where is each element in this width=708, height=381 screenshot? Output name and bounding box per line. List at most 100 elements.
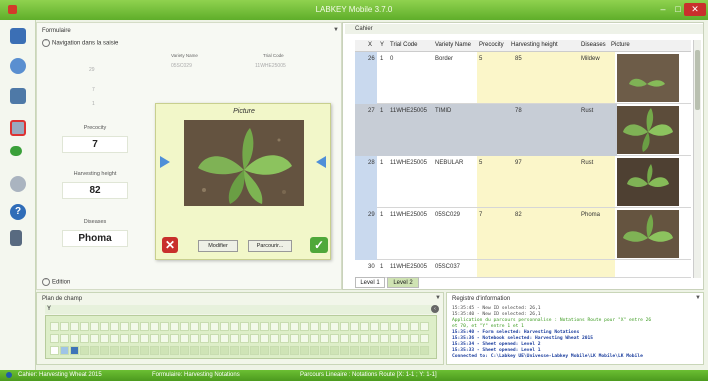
column-header[interactable]: Y	[380, 42, 384, 48]
plot-cell[interactable]	[60, 322, 69, 331]
plot-cell[interactable]	[60, 334, 69, 343]
plot-cell[interactable]	[90, 334, 99, 343]
plot-cell[interactable]	[270, 322, 279, 331]
plot-cell[interactable]	[360, 346, 369, 355]
plot-cell[interactable]	[230, 346, 239, 355]
plot-cell[interactable]	[370, 334, 379, 343]
plot-cell[interactable]	[180, 322, 189, 331]
notebook-icon[interactable]	[10, 28, 26, 44]
plot-cell[interactable]	[110, 322, 119, 331]
help-icon[interactable]: ?	[10, 204, 26, 220]
plan-nav-icon[interactable]: ‹	[431, 305, 439, 313]
plot-cell[interactable]	[320, 334, 329, 343]
plot-cell[interactable]	[320, 322, 329, 331]
plot-cell[interactable]	[120, 346, 129, 355]
tag-icon[interactable]	[10, 146, 22, 156]
table-row[interactable]: 28 1 11WHE25005 NEBULAR 5 97 Rust	[355, 156, 691, 208]
plot-cell[interactable]	[350, 334, 359, 343]
column-header[interactable]: Picture	[611, 42, 630, 48]
plot-cell[interactable]	[340, 346, 349, 355]
plot-cell[interactable]	[290, 334, 299, 343]
plot-cell[interactable]	[350, 322, 359, 331]
field-plan-grid[interactable]	[45, 315, 437, 359]
plot-cell[interactable]	[70, 334, 79, 343]
database-icon[interactable]	[10, 88, 26, 104]
plot-cell[interactable]	[90, 346, 99, 355]
plot-cell[interactable]	[150, 322, 159, 331]
confirm-icon[interactable]: ✓	[310, 237, 328, 253]
plot-cell[interactable]	[340, 322, 349, 331]
plot-cell[interactable]	[100, 322, 109, 331]
collapse-icon[interactable]: ˆ	[42, 39, 50, 47]
plot-cell[interactable]	[60, 346, 69, 355]
sync-icon[interactable]	[10, 58, 26, 74]
plot-cell[interactable]	[310, 346, 319, 355]
plot-cell[interactable]	[210, 346, 219, 355]
plot-cell[interactable]	[270, 334, 279, 343]
plot-cell[interactable]	[190, 334, 199, 343]
diseases-field[interactable]: Phoma	[62, 230, 128, 247]
plot-cell[interactable]	[80, 322, 89, 331]
settings-icon[interactable]	[10, 176, 26, 192]
plot-cell[interactable]	[170, 346, 179, 355]
plot-cell[interactable]	[110, 346, 119, 355]
table-row[interactable]: 30 1 11WHE25005 05SC037	[355, 260, 691, 278]
plot-cell[interactable]	[410, 334, 419, 343]
plot-cell[interactable]	[100, 334, 109, 343]
plot-cell[interactable]	[390, 322, 399, 331]
plot-cell[interactable]	[330, 322, 339, 331]
plot-cell[interactable]	[80, 334, 89, 343]
plot-cell[interactable]	[350, 346, 359, 355]
plot-cell[interactable]	[260, 322, 269, 331]
plot-cell[interactable]	[50, 322, 59, 331]
cancel-icon[interactable]: ✕	[162, 237, 178, 253]
plot-cell[interactable]	[320, 346, 329, 355]
plot-cell[interactable]	[230, 334, 239, 343]
grid-scrollbar[interactable]	[693, 40, 701, 278]
plan-dropdown-icon[interactable]: ▼	[435, 295, 441, 301]
plot-cell[interactable]	[390, 346, 399, 355]
plot-cell[interactable]	[300, 322, 309, 331]
plot-cell[interactable]	[250, 334, 259, 343]
column-header[interactable]: Trial Code	[390, 42, 417, 48]
form-dropdown-icon[interactable]: ▼	[333, 27, 339, 33]
column-header[interactable]: Precocity	[479, 42, 504, 48]
plot-cell[interactable]	[370, 346, 379, 355]
browse-button[interactable]: Parcourir...	[248, 240, 292, 252]
navigation-toggle[interactable]: ˆ Navigation dans la saisie	[42, 39, 118, 47]
plot-cell[interactable]	[240, 346, 249, 355]
plot-cell[interactable]	[230, 322, 239, 331]
plot-cell[interactable]	[420, 322, 429, 331]
plot-cell[interactable]	[330, 334, 339, 343]
plot-cell[interactable]	[130, 322, 139, 331]
plot-cell[interactable]	[420, 334, 429, 343]
plot-cell[interactable]	[310, 334, 319, 343]
plot-cell[interactable]	[170, 334, 179, 343]
close-icon[interactable]: ✕	[684, 3, 706, 16]
plot-cell[interactable]	[290, 346, 299, 355]
scroll-thumb[interactable]	[695, 50, 700, 110]
notebook-grid[interactable]: X Y Trial Code Variety Name Precocity Ha…	[355, 40, 691, 278]
plot-cell[interactable]	[130, 334, 139, 343]
plot-cell[interactable]	[310, 322, 319, 331]
plot-cell[interactable]	[160, 322, 169, 331]
plot-cell[interactable]	[70, 322, 79, 331]
plot-cell[interactable]	[140, 322, 149, 331]
column-header[interactable]: X	[368, 42, 372, 48]
next-arrow-icon[interactable]	[316, 156, 326, 168]
plot-cell[interactable]	[420, 346, 429, 355]
plot-cell[interactable]	[380, 346, 389, 355]
plot-cell[interactable]	[240, 322, 249, 331]
plot-cell[interactable]	[210, 334, 219, 343]
exit-icon[interactable]	[10, 230, 22, 246]
plot-cell[interactable]	[120, 322, 129, 331]
plot-cell[interactable]	[200, 346, 209, 355]
harvesting-height-field[interactable]: 82	[62, 182, 128, 199]
plot-cell[interactable]	[250, 322, 259, 331]
plot-cell[interactable]	[110, 334, 119, 343]
column-header[interactable]: Variety Name	[435, 42, 471, 48]
plot-cell[interactable]	[410, 322, 419, 331]
plot-cell[interactable]	[160, 346, 169, 355]
table-row[interactable]: 29 1 11WHE25005 05SC029 7 82 Phoma	[355, 208, 691, 260]
plot-cell[interactable]	[180, 346, 189, 355]
